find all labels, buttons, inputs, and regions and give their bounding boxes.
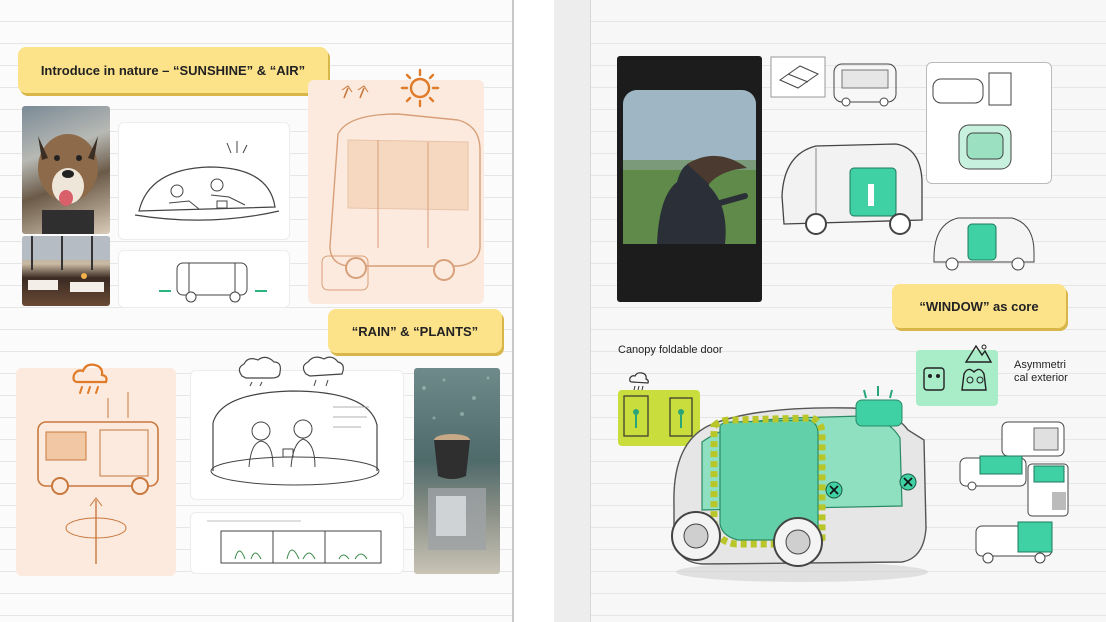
- planter-sketch: [207, 520, 382, 564]
- sketch-variant-3: [1027, 463, 1069, 517]
- dog-illustration: [38, 134, 98, 234]
- sketch-roof-panel: [770, 56, 826, 98]
- sketch-panel-window: [926, 62, 1052, 184]
- note-rain-text: “RAIN” & “PLANTS”: [351, 323, 479, 339]
- sketch-mini-vehicle: [833, 63, 897, 107]
- sketch-vehicle-sunshine: [308, 80, 484, 304]
- label-asymmetrical-exterior: Asymmetri cal exterior: [1014, 359, 1068, 384]
- sketch-people-dome: [118, 122, 290, 240]
- sketch-coffee-dome: [190, 370, 404, 500]
- page-gap: [514, 0, 554, 622]
- label-canopy-foldable-door: Canopy foldable door: [618, 344, 723, 356]
- coffee-dome-sketch: [210, 390, 380, 486]
- window-detail-sketch: [932, 72, 1012, 170]
- coffee-illustration: [422, 376, 490, 550]
- rain-cloud-icon: [72, 363, 108, 394]
- sketch-green-vehicle-small: [933, 217, 1035, 271]
- sketch-grey-vehicle: [781, 143, 923, 235]
- mountain-icon: [964, 344, 993, 363]
- note-window-text: “WINDOW” as core: [919, 298, 1039, 314]
- clouds-icon: [238, 356, 344, 387]
- sun-icon: [400, 68, 440, 108]
- rain-cloud-icon-small: [629, 372, 649, 391]
- dome-sketch: [134, 141, 280, 221]
- hero-vehicle-render: [671, 386, 928, 582]
- vehicle-side-sketch: [159, 262, 267, 303]
- sunshine-vehicle-sketch: [321, 85, 481, 291]
- dog-photo: [22, 106, 110, 234]
- sticky-note-window-core: “WINDOW” as core: [892, 284, 1066, 328]
- sketch-vehicle-side: [118, 250, 290, 308]
- sketch-vehicle-rain: [16, 368, 176, 576]
- restaurant-photo: [22, 236, 110, 306]
- sketch-planters: [190, 512, 404, 574]
- window-girl-illustration: [623, 90, 756, 244]
- rain-vehicle-sketch: [37, 392, 159, 564]
- sticky-note-sunshine-air: Introduce in nature – “SUNSHINE” & “AIR”: [18, 47, 328, 93]
- window-girl-photo: [617, 56, 762, 302]
- sticky-note-rain-plants: “RAIN” & “PLANTS”: [328, 309, 502, 353]
- coffee-rain-photo: [414, 368, 500, 574]
- sketch-variant-4: [975, 521, 1053, 564]
- restaurant-illustration: [22, 236, 110, 292]
- note-sunshine-text: Introduce in nature – “SUNSHINE” & “AIR”: [40, 62, 306, 78]
